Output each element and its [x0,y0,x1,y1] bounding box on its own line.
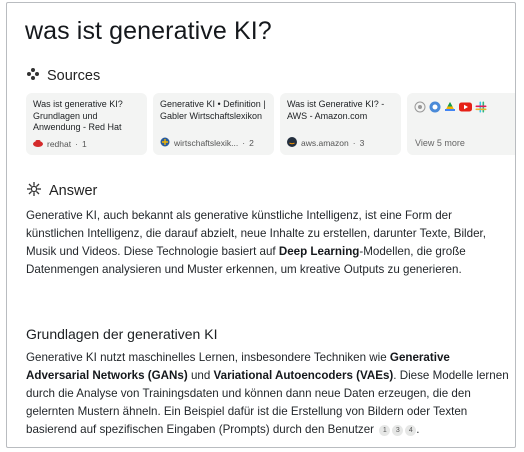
answer-text: Generative KI nutzt maschinelles Lernen,… [26,351,390,364]
source-title: Was ist generative KI? Grundlagen und An… [33,99,123,132]
citation-badge[interactable]: 3 [392,425,404,436]
citation-badge[interactable]: 1 [379,425,391,436]
sources-icon [26,67,40,85]
answer-bold-text: Deep Learning [278,245,360,258]
source-number: 2 [249,138,254,148]
answer-paragraph: Generative KI nutzt maschinelles Lernen,… [26,349,510,439]
page-title: was ist generative KI? [25,17,272,45]
source-site: wirtschaftslexik... [174,138,239,148]
source-title: Generative KI • Definition | Gabler Wirt… [160,99,266,121]
gabler-favicon-icon [160,137,170,149]
source-card[interactable]: Generative KI • Definition | Gabler Wirt… [153,93,274,155]
slack-favicon-icon [475,100,487,118]
redhat-favicon-icon [33,139,43,149]
answer-text: und [187,369,214,382]
source-number: 3 [359,138,365,148]
citation-badge[interactable]: 4 [405,425,417,436]
aws-favicon-icon [287,137,297,149]
sources-list: Was ist generative KI? Grundlagen und An… [26,93,515,155]
source-site: aws.amazon [301,138,349,148]
sources-header: Sources [26,67,100,85]
source-favicon-icon [429,100,441,118]
youtube-favicon-icon [459,100,472,118]
view-more-sources-button[interactable]: View 5 more [407,93,515,155]
view-more-label: View 5 more [415,138,465,148]
source-card[interactable]: Was ist Generative KI? - AWS - Amazon.co… [280,93,401,155]
source-card[interactable]: Was ist generative KI? Grundlagen und An… [26,93,147,155]
section-subheading: Grundlagen der generativen KI [26,326,218,342]
more-sources-favicons [414,100,515,118]
source-favicon-icon [414,100,426,118]
sources-heading: Sources [47,68,101,84]
answer-heading: Answer [49,183,98,199]
answer-paragraph: Generative KI, auch bekannt als generati… [26,207,510,279]
answer-bold-text: Variational Autoencoders (VAEs) [213,369,394,382]
source-site: redhat [47,139,72,149]
source-meta: redhat · 1 [33,139,87,149]
drive-favicon-icon [444,100,456,118]
answer-icon [26,181,42,201]
source-title: Was ist Generative KI? - AWS - Amazon.co… [287,99,385,121]
source-meta: wirtschaftslexik... · 2 [160,137,254,149]
answer-text: . [416,423,420,436]
source-number: 1 [81,139,87,149]
answer-panel: was ist generative KI? Sources Was ist g… [6,2,516,448]
source-meta: aws.amazon · 3 [287,137,364,149]
answer-header: Answer [26,181,97,201]
